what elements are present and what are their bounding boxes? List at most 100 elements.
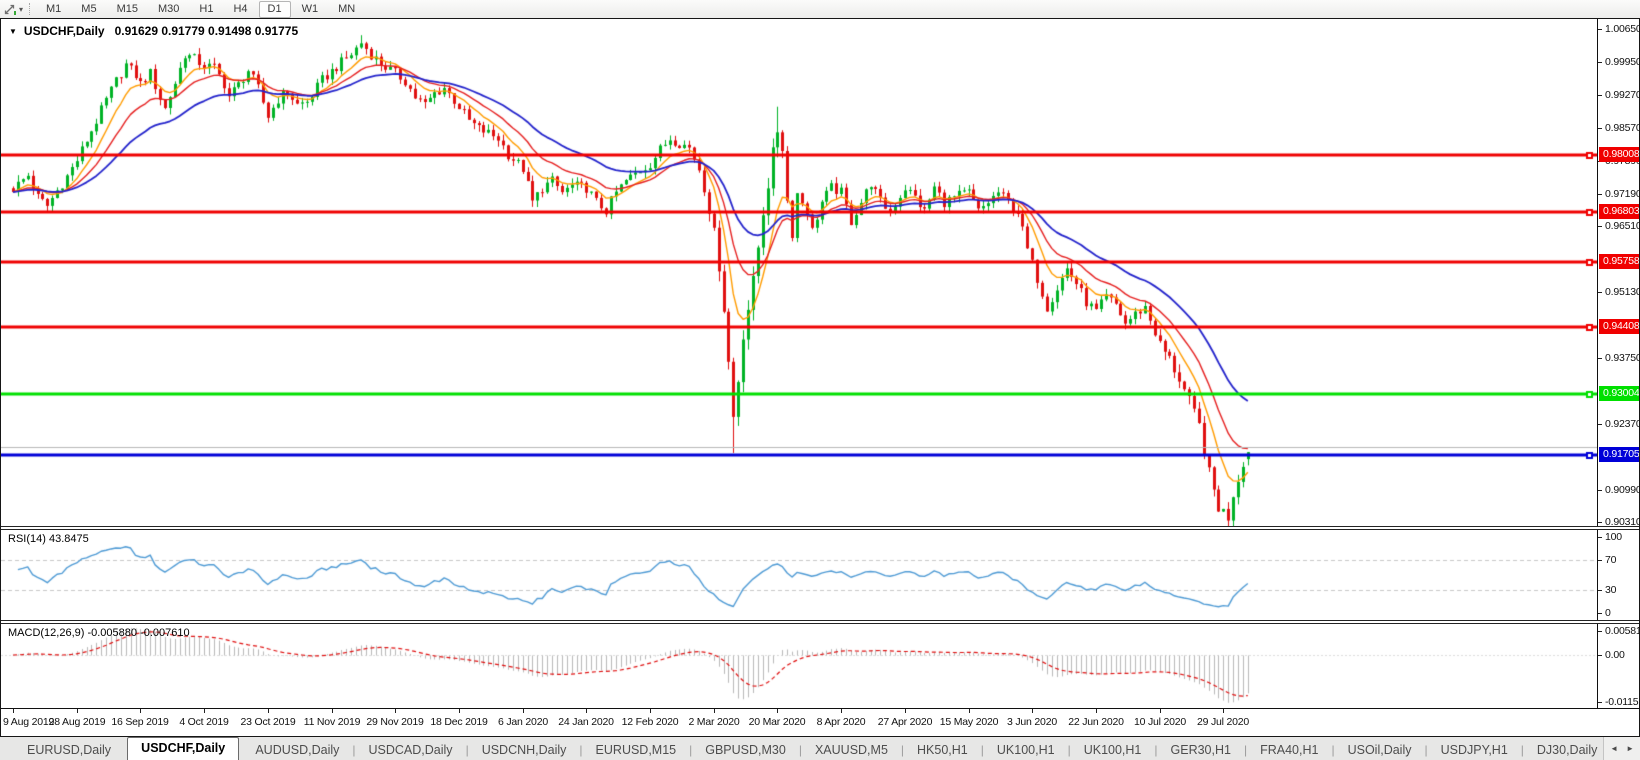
chart-tab-uk100-h1[interactable]: UK100,H1: [1071, 740, 1155, 760]
axis-tick-mark: [1598, 613, 1602, 614]
axis-tick-mark: [1598, 490, 1602, 491]
rsi-chart-canvas[interactable]: [1, 530, 1597, 620]
axis-tick-label: 0.96510: [1605, 220, 1640, 232]
axis-tick-mark: [1598, 655, 1602, 656]
timeframe-button-d1[interactable]: D1: [258, 0, 291, 18]
top-toolbar: ▾ M1 M5 M15 M30 H1 H4 D1 W1 MN: [0, 0, 1640, 18]
axis-tick-mark: [1598, 537, 1602, 538]
date-tick-mark: [1096, 709, 1097, 713]
axis-tick-mark: [1598, 95, 1602, 96]
axis-tick-mark: [1598, 292, 1602, 293]
rsi-axis[interactable]: 100 70 30 0: [1597, 530, 1639, 620]
chart-tab-hk50-h1[interactable]: HK50,H1: [904, 740, 981, 760]
chart-tab-usdcad-daily[interactable]: USDCAD,Daily: [356, 740, 466, 760]
axis-tick-mark: [1598, 62, 1602, 63]
chart-tab-gbpusd-m30[interactable]: GBPUSD,M30: [692, 740, 799, 760]
chart-cursor-icon[interactable]: [3, 3, 17, 16]
rsi-panel: RSI(14) 43.8475 100 70 30 0: [1, 530, 1639, 620]
date-tick-label: 9 Aug 2019: [3, 716, 55, 728]
chart-tab-usdjpy-h1[interactable]: USDJPY,H1: [1428, 740, 1521, 760]
date-tick-mark: [332, 709, 333, 713]
chart-tab-audusd-daily[interactable]: AUDUSD,Daily: [242, 740, 352, 760]
timeframe-button-m30[interactable]: M30: [149, 1, 188, 18]
date-tick-mark: [140, 709, 141, 713]
axis-tick-label: 0.93750: [1605, 352, 1640, 364]
date-axis[interactable]: 9 Aug 2019 28 Aug 2019 16 Sep 2019 4 Oct 20…: [1, 708, 1639, 736]
macd-panel: MACD(12,26,9) -0.005880 -0.007610 0.0058…: [1, 624, 1639, 708]
date-tick-label: 22 Jun 2020: [1068, 716, 1124, 728]
date-tick-mark: [459, 709, 460, 713]
chart-tab-ger30-h1[interactable]: GER30,H1: [1158, 740, 1244, 760]
date-tick-mark: [1160, 709, 1161, 713]
date-tick-label: 20 Mar 2020: [748, 716, 806, 728]
tab-scroll-left-icon[interactable]: ◄: [1610, 744, 1618, 753]
timeframe-button-m5[interactable]: M5: [72, 1, 105, 18]
date-tick-label: 4 Oct 2019: [179, 716, 229, 728]
date-tick-mark: [523, 709, 524, 713]
chart-symbol-label: USDCHF,Daily: [23, 24, 105, 38]
chart-tab-usdchf-daily[interactable]: USDCHF,Daily: [127, 737, 240, 760]
date-tick-label: 27 Apr 2020: [877, 716, 933, 728]
date-tick-label: 2 Mar 2020: [688, 716, 740, 728]
chart-tab-uk100-h1[interactable]: UK100,H1: [984, 740, 1068, 760]
timeframe-button-h4[interactable]: H4: [224, 1, 256, 18]
date-tick-mark: [13, 709, 14, 713]
date-tick-mark: [1032, 709, 1033, 713]
candlestick-chart-canvas[interactable]: [1, 19, 1597, 526]
macd-axis[interactable]: 0.005818 0.00 -0.011514: [1597, 624, 1639, 708]
hline-price-label: 0.96803: [1599, 204, 1639, 219]
axis-tick-label: 0.92370: [1605, 418, 1640, 430]
chart-window: ▼ USDCHF,Daily 0.91629 0.91779 0.91498 0…: [0, 18, 1640, 737]
date-tick-mark: [714, 709, 715, 713]
axis-tick-label: 0.95130: [1605, 286, 1640, 298]
axis-tick-label: 0.90990: [1605, 484, 1640, 496]
date-tick-label: 23 Oct 2019: [240, 716, 296, 728]
chart-title: ▼ USDCHF,Daily 0.91629 0.91779 0.91498 0…: [9, 24, 298, 38]
date-tick-mark: [969, 709, 970, 713]
axis-tick-label: 0.00: [1605, 649, 1625, 661]
chart-ohlc-values: 0.91629 0.91779 0.91498 0.91775: [114, 24, 299, 38]
date-tick-label: 29 Jul 2020: [1196, 716, 1250, 728]
axis-tick-label: 0.97190: [1605, 188, 1640, 200]
axis-tick-label: 0.005818: [1605, 625, 1639, 637]
timeframe-button-h1[interactable]: H1: [190, 1, 222, 18]
chart-tab-eurusd-m15[interactable]: EURUSD,M15: [583, 740, 690, 760]
chevron-down-icon[interactable]: ▾: [19, 5, 23, 14]
axis-tick-label: -0.011514: [1605, 696, 1639, 708]
axis-tick-mark: [1598, 590, 1602, 591]
hline-price-label: 0.94408: [1599, 319, 1639, 334]
date-tick-label: 29 Nov 2019: [366, 716, 424, 728]
date-tick-mark: [1223, 709, 1224, 713]
date-tick-label: 24 Jan 2020: [558, 716, 614, 728]
macd-label: MACD(12,26,9) -0.005880 -0.007610: [8, 627, 190, 639]
axis-tick-mark: [1598, 29, 1602, 30]
tab-scroll-right-icon[interactable]: ►: [1626, 744, 1634, 753]
macd-chart-canvas[interactable]: [1, 624, 1597, 708]
timeframe-button-w1[interactable]: W1: [293, 1, 328, 18]
chart-tab-fra40-h1[interactable]: FRA40,H1: [1247, 740, 1331, 760]
date-tick-label: 8 Apr 2020: [816, 716, 866, 728]
main-chart-panel: ▼ USDCHF,Daily 0.91629 0.91779 0.91498 0…: [1, 19, 1640, 528]
date-tick-mark: [268, 709, 269, 713]
axis-tick-label: 70: [1605, 554, 1617, 566]
axis-tick-label: 30: [1605, 584, 1617, 596]
axis-tick-label: 0.99270: [1605, 89, 1640, 101]
chart-tab-usdcnh-daily[interactable]: USDCNH,Daily: [469, 740, 580, 760]
chart-tab-xauusd-m5[interactable]: XAUUSD,M5: [802, 740, 901, 760]
axis-tick-mark: [1598, 194, 1602, 195]
timeframe-button-mn[interactable]: MN: [329, 1, 364, 18]
timeframe-button-m1[interactable]: M1: [37, 1, 70, 18]
axis-tick-label: 1.00650: [1605, 23, 1640, 35]
chart-tab-eurusd-daily[interactable]: EURUSD,Daily: [14, 740, 124, 760]
axis-tick-label: 0: [1605, 607, 1611, 619]
date-tick-mark: [905, 709, 906, 713]
chart-tab-dj30-daily[interactable]: DJ30,Daily: [1524, 740, 1610, 760]
axis-tick-mark: [1598, 128, 1602, 129]
axis-tick-mark: [1598, 522, 1602, 523]
timeframe-button-m15[interactable]: M15: [108, 1, 147, 18]
date-tick-label: 6 Jan 2020: [498, 716, 548, 728]
chart-tab-usoil-daily[interactable]: USOil,Daily: [1335, 740, 1425, 760]
price-axis[interactable]: 1.006500.999500.992700.985700.978900.971…: [1597, 19, 1640, 528]
chart-menu-caret-icon[interactable]: ▼: [9, 27, 17, 36]
axis-tick-mark: [1598, 358, 1602, 359]
